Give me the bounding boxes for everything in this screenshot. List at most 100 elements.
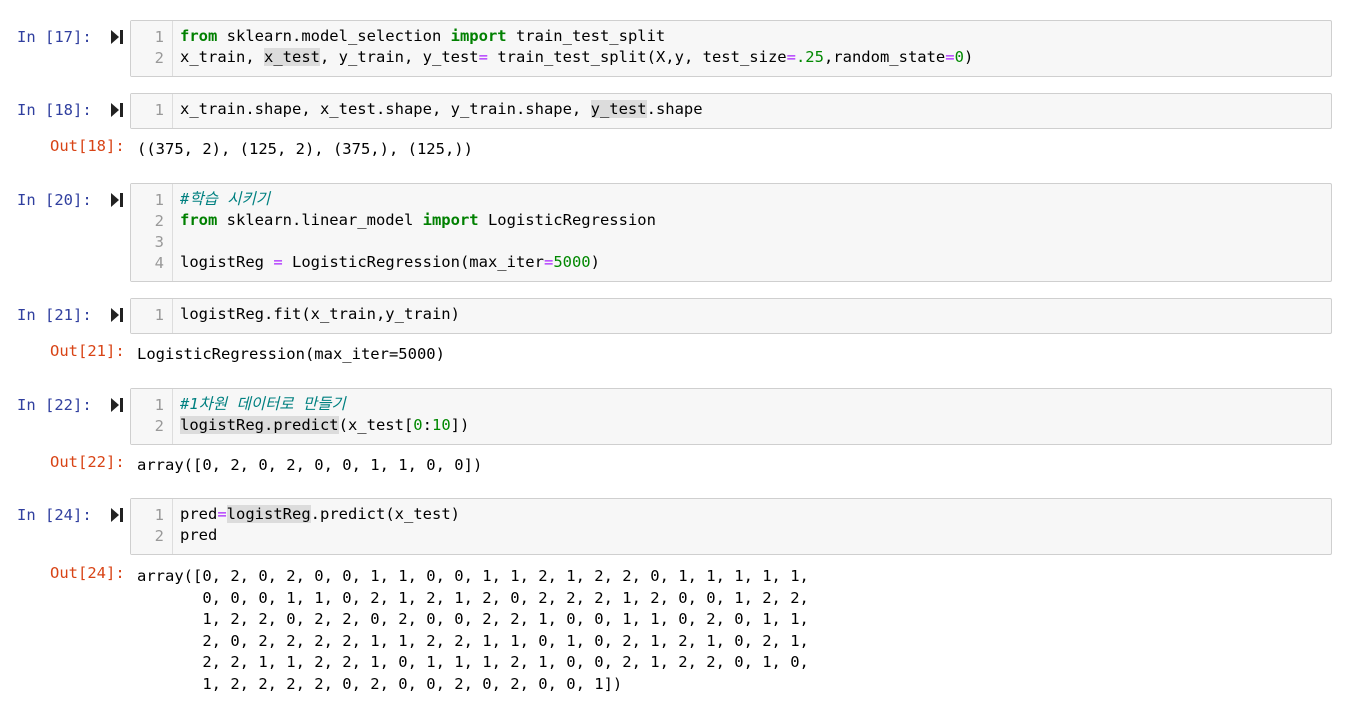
- code-line: x_train.shape, x_test.shape, y_train.sha…: [180, 99, 703, 120]
- code-token: (x_test[: [338, 416, 414, 434]
- code-token: #1차원 데이터로 만들기: [180, 395, 346, 413]
- notebook-cell-24[interactable]: In [24]: 1 2 pred=logistReg.predict(x_test)…: [0, 498, 1345, 693]
- output-text: 1, 2, 2, 0, 2, 2, 0, 2, 0, 0, 2, 2, 1, 0…: [137, 610, 809, 628]
- line-number: 1: [154, 506, 164, 524]
- code-token: pred: [180, 505, 218, 523]
- code-token: import: [422, 211, 479, 229]
- code-token: =: [786, 48, 796, 66]
- code-line: logistReg = LogisticRegression(max_iter=…: [180, 252, 600, 273]
- notebook-cell-21[interactable]: In [21]: 1 logistReg.fit(x_train,y_train) O…: [0, 298, 1345, 363]
- line-number: 3: [154, 233, 164, 251]
- code-token: =: [945, 48, 955, 66]
- code-token: =: [273, 253, 283, 271]
- code-token: LogisticRegression: [478, 211, 656, 229]
- output-text: 0, 0, 0, 1, 1, 0, 2, 1, 2, 1, 2, 0, 2, 2…: [137, 588, 809, 607]
- code-token: ): [963, 48, 974, 66]
- output-text: ((375, 2), (125, 2), (375,), (125,)): [137, 140, 473, 158]
- code-editor[interactable]: 1 2 3 4 #학습 시키기 from sklearn.linear_model imp…: [130, 183, 1332, 282]
- code-editor[interactable]: 1 2 #1차원 데이터로 만들기 logistReg.predict(x_test[…: [130, 388, 1332, 445]
- run-cell-icon[interactable]: [111, 30, 123, 44]
- line-number-gutter: 1: [131, 299, 173, 333]
- code-token: pred: [180, 526, 218, 544]
- code-token: =: [478, 48, 488, 66]
- code-token: :: [422, 416, 432, 434]
- code-token: y_test: [590, 100, 647, 118]
- run-cell-icon[interactable]: [111, 308, 123, 322]
- code-line: from sklearn.linear_model import Logisti…: [180, 210, 656, 231]
- code-token: sklearn.model_selection: [217, 27, 451, 45]
- code-token: .predict(x_test): [310, 505, 460, 523]
- code-line: from sklearn.model_selection import trai…: [180, 26, 665, 47]
- code-token: 0: [954, 48, 964, 66]
- line-number-gutter: 1: [131, 94, 173, 128]
- code-token: logistReg: [180, 253, 274, 271]
- code-line: #1차원 데이터로 만들기: [180, 394, 346, 415]
- line-number-gutter: 12: [131, 21, 173, 76]
- code-token: x_train,: [180, 48, 264, 66]
- code-token: ,random_state: [823, 48, 946, 66]
- code-token: train_test_split: [506, 27, 666, 45]
- run-cell-icon[interactable]: [111, 103, 123, 117]
- line-number: 1: [154, 396, 164, 414]
- output-prompt: Out[22]:: [50, 453, 125, 471]
- line-number: 2: [154, 417, 164, 435]
- output-text: LogisticRegression(max_iter=5000): [137, 345, 445, 363]
- line-number: 1: [154, 191, 164, 209]
- code-token: , y_train, y_test: [320, 48, 479, 66]
- code-token: x_test: [264, 48, 320, 66]
- code-token: 10: [431, 416, 451, 434]
- code-token: .shape: [646, 100, 703, 118]
- code-editor[interactable]: 1 2 pred=logistReg.predict(x_test) pred: [130, 498, 1332, 555]
- code-token: LogisticRegression(max_iter: [282, 253, 544, 271]
- code-token: 0: [413, 416, 423, 434]
- code-token: logistReg.fit(x_train,y_train): [180, 305, 460, 323]
- code-token: ): [590, 253, 600, 271]
- code-token: ]): [450, 416, 470, 434]
- code-line: pred=logistReg.predict(x_test): [180, 504, 460, 525]
- line-number: 2: [154, 527, 164, 545]
- output-text: 2, 0, 2, 2, 2, 2, 1, 1, 2, 2, 1, 1, 0, 1…: [137, 631, 809, 650]
- output-text: 2, 2, 1, 1, 2, 2, 1, 0, 1, 1, 1, 2, 1, 0…: [137, 653, 809, 671]
- code-token: =: [217, 505, 227, 523]
- line-number: 4: [154, 254, 164, 272]
- notebook-cell-18[interactable]: In [18]: 1 x_train.shape, x_test.shape, y_…: [0, 93, 1345, 158]
- input-prompt: In [21]:: [17, 306, 92, 324]
- run-cell-icon[interactable]: [111, 193, 123, 207]
- code-editor[interactable]: 1 2 from sklearn.model_selection import tr…: [130, 20, 1332, 77]
- notebook-cell-22[interactable]: In [22]: 1 2 #1차원 데이터로 만들기 logistReg.predict…: [0, 388, 1345, 474]
- line-number: 1: [154, 101, 164, 119]
- input-prompt: In [20]:: [17, 191, 92, 209]
- code-line: logistReg.predict(x_test[0:10]): [180, 415, 469, 436]
- code-token: sklearn.linear_model: [217, 211, 423, 229]
- code-token: from: [180, 211, 218, 229]
- notebook-cell-17[interactable]: In [17]: 1 2 from sklearn.model_selection i…: [0, 20, 1345, 77]
- line-number-gutter: 12: [131, 499, 173, 554]
- code-token: logistReg: [226, 505, 311, 523]
- run-cell-icon[interactable]: [111, 398, 123, 412]
- output-prompt: Out[18]:: [50, 137, 125, 155]
- input-prompt: In [22]:: [17, 396, 92, 414]
- input-prompt: In [18]:: [17, 101, 92, 119]
- line-number: 2: [154, 49, 164, 67]
- code-token: .25: [795, 48, 824, 66]
- line-number-gutter: 1 2 3 4: [131, 184, 173, 281]
- output-prompt: Out[24]:: [50, 564, 125, 582]
- output-text: 1, 2, 2, 2, 2, 0, 2, 0, 0, 2, 0, 2, 0, 0…: [137, 674, 623, 693]
- code-token: 5000: [553, 253, 591, 271]
- code-editor[interactable]: 1 logistReg.fit(x_train,y_train): [130, 298, 1332, 334]
- run-cell-icon[interactable]: [111, 508, 123, 522]
- line-number: 1: [154, 28, 164, 46]
- code-line: x_train, x_test, y_train, y_test= train_…: [180, 47, 973, 68]
- code-token: #학습 시키기: [180, 190, 270, 208]
- code-line: logistReg.fit(x_train,y_train): [180, 304, 460, 325]
- line-number-gutter: 12: [131, 389, 173, 444]
- code-token: import: [450, 27, 507, 45]
- code-editor[interactable]: 1 x_train.shape, x_test.shape, y_train.sh…: [130, 93, 1332, 129]
- code-token: =: [543, 253, 554, 271]
- code-token: train_test_split(X,y, test_size: [487, 48, 787, 66]
- line-number: 2: [154, 212, 164, 230]
- code-token: x_train.shape, x_test.shape, y_train.sha…: [180, 100, 591, 118]
- output-text: array([0, 2, 0, 2, 0, 0, 1, 1, 0, 0]): [137, 456, 483, 474]
- code-token: logistReg.predict: [180, 416, 339, 434]
- notebook-cell-20[interactable]: In [20]: 1 2 3 4 #학습 시키기 from sklearn.linear_m…: [0, 183, 1345, 282]
